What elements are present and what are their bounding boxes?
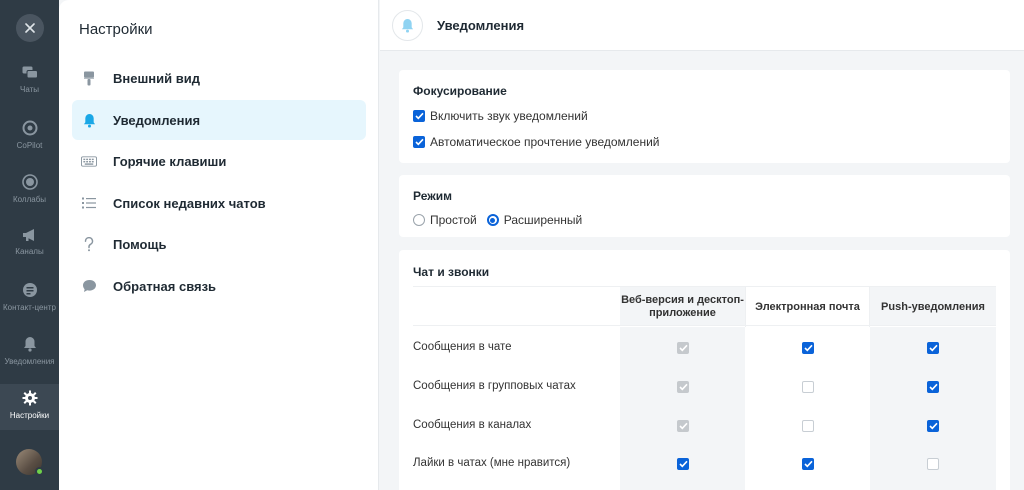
rail-item-label: Уведомления: [4, 357, 55, 366]
sidebar-item-label: Горячие клавиши: [113, 153, 227, 169]
focus-title: Фокусирование: [413, 84, 507, 98]
bell-icon: [81, 112, 97, 128]
sidebar-item-hotkeys[interactable]: Горячие клавиши: [72, 141, 366, 181]
web-checkbox: [677, 420, 689, 432]
mode-radio-group: Простой Расширенный: [413, 213, 582, 227]
push-checkbox[interactable]: [927, 342, 939, 354]
settings-sidebar: Настройки Внешний вид Уведомления Горячи…: [59, 0, 379, 490]
bell-icon: [23, 337, 36, 352]
table-header: Веб-версия и десктоп- приложение Электро…: [413, 286, 996, 327]
sound-checkbox[interactable]: [413, 110, 425, 122]
table-row-label: Сообщения в групповых чатах: [413, 380, 576, 392]
email-checkbox[interactable]: [802, 342, 814, 354]
email-checkbox[interactable]: [802, 420, 814, 432]
sidebar-item-label: Помощь: [113, 236, 167, 252]
rail-item-contact-center[interactable]: Контакт-центр: [0, 276, 59, 322]
web-checkbox: [677, 381, 689, 393]
contact-center-icon: [22, 283, 37, 297]
rail-item-settings[interactable]: Настройки: [0, 384, 59, 430]
rail-item-channels[interactable]: Каналы: [0, 222, 59, 268]
focus-option-autoread[interactable]: Автоматическое прочтение уведомлений: [413, 135, 660, 149]
app-rail: Чаты CoPilot Коллабы Каналы Контакт-цент…: [0, 0, 59, 490]
focus-card: Фокусирование Включить звук уведомлений …: [399, 70, 1010, 163]
push-checkbox[interactable]: [927, 458, 939, 470]
table-row-label: Сообщения в каналах: [413, 419, 532, 431]
web-checkbox[interactable]: [677, 458, 689, 470]
mode-card: Режим Простой Расширенный: [399, 175, 1010, 237]
rail-item-label: Каналы: [15, 247, 44, 256]
table-row-label: Лайки в чатах (мне нравится): [413, 457, 571, 469]
push-checkbox[interactable]: [927, 420, 939, 432]
megaphone-icon: [22, 229, 34, 241]
rail-item-label: Настройки: [9, 411, 50, 420]
brush-icon: [81, 70, 97, 86]
gear-icon: [22, 390, 37, 406]
sidebar-item-appearance[interactable]: Внешний вид: [72, 58, 366, 98]
web-checkbox: [677, 342, 689, 354]
sidebar-item-label: Внешний вид: [113, 70, 200, 86]
autoread-checkbox[interactable]: [413, 136, 425, 148]
sidebar-title: Настройки: [79, 21, 153, 38]
sidebar-item-label: Уведомления: [113, 112, 201, 128]
table-row-label: Сообщения в чате: [413, 341, 512, 353]
close-icon: [25, 23, 35, 33]
rail-item-label: CoPilot: [16, 141, 43, 150]
rail-item-label: Чаты: [19, 85, 40, 94]
sidebar-item-recent-chats[interactable]: Список недавних чатов: [72, 183, 366, 223]
chat-calls-card: Чат и звонки Веб-версия и десктоп- прило…: [399, 250, 1010, 490]
column-header-push: Push-уведомления: [881, 300, 985, 313]
sidebar-item-notifications[interactable]: Уведомления: [72, 100, 366, 140]
collabs-icon: [21, 174, 38, 190]
page-header: Уведомления: [380, 0, 1024, 51]
chat-calls-title: Чат и звонки: [413, 265, 490, 279]
column-header-email: Электронная почта: [745, 287, 870, 327]
rail-item-chats[interactable]: Чаты: [0, 60, 59, 106]
mode-title: Режим: [413, 189, 452, 203]
header-bell-badge: [392, 10, 423, 41]
sidebar-item-feedback[interactable]: Обратная связь: [72, 266, 366, 306]
chats-icon: [22, 66, 38, 79]
feedback-icon: [81, 278, 97, 294]
online-status-dot: [35, 467, 44, 476]
push-checkbox[interactable]: [927, 381, 939, 393]
question-icon: [81, 236, 97, 252]
copilot-icon: [22, 120, 37, 136]
keyboard-icon: [81, 153, 97, 169]
column-header-web: Веб-версия и десктоп- приложение: [621, 294, 744, 319]
rail-item-notifications[interactable]: Уведомления: [0, 330, 59, 376]
radio-label: Простой: [430, 213, 477, 227]
sidebar-item-help[interactable]: Помощь: [72, 224, 366, 264]
mode-advanced-radio[interactable]: [486, 214, 499, 226]
email-checkbox[interactable]: [802, 458, 814, 470]
option-label: Автоматическое прочтение уведомлений: [430, 135, 660, 149]
rail-item-label: Контакт-центр: [3, 303, 56, 312]
focus-option-sound[interactable]: Включить звук уведомлений: [413, 109, 588, 123]
bell-icon: [401, 19, 414, 33]
radio-label: Расширенный: [503, 213, 583, 227]
email-checkbox[interactable]: [802, 381, 814, 393]
list-icon: [81, 195, 97, 211]
sidebar-item-label: Обратная связь: [113, 278, 217, 294]
close-button[interactable]: [16, 14, 44, 42]
mode-simple-radio[interactable]: [413, 214, 425, 226]
sidebar-item-label: Список недавних чатов: [113, 195, 266, 211]
option-label: Включить звук уведомлений: [430, 109, 588, 123]
rail-item-label: Коллабы: [12, 195, 47, 204]
main-content: Уведомления Фокусирование Включить звук …: [380, 0, 1024, 490]
rail-item-copilot[interactable]: CoPilot: [0, 114, 59, 160]
avatar[interactable]: [16, 449, 44, 476]
page-title: Уведомления: [437, 18, 525, 33]
rail-item-collabs[interactable]: Коллабы: [0, 168, 59, 214]
